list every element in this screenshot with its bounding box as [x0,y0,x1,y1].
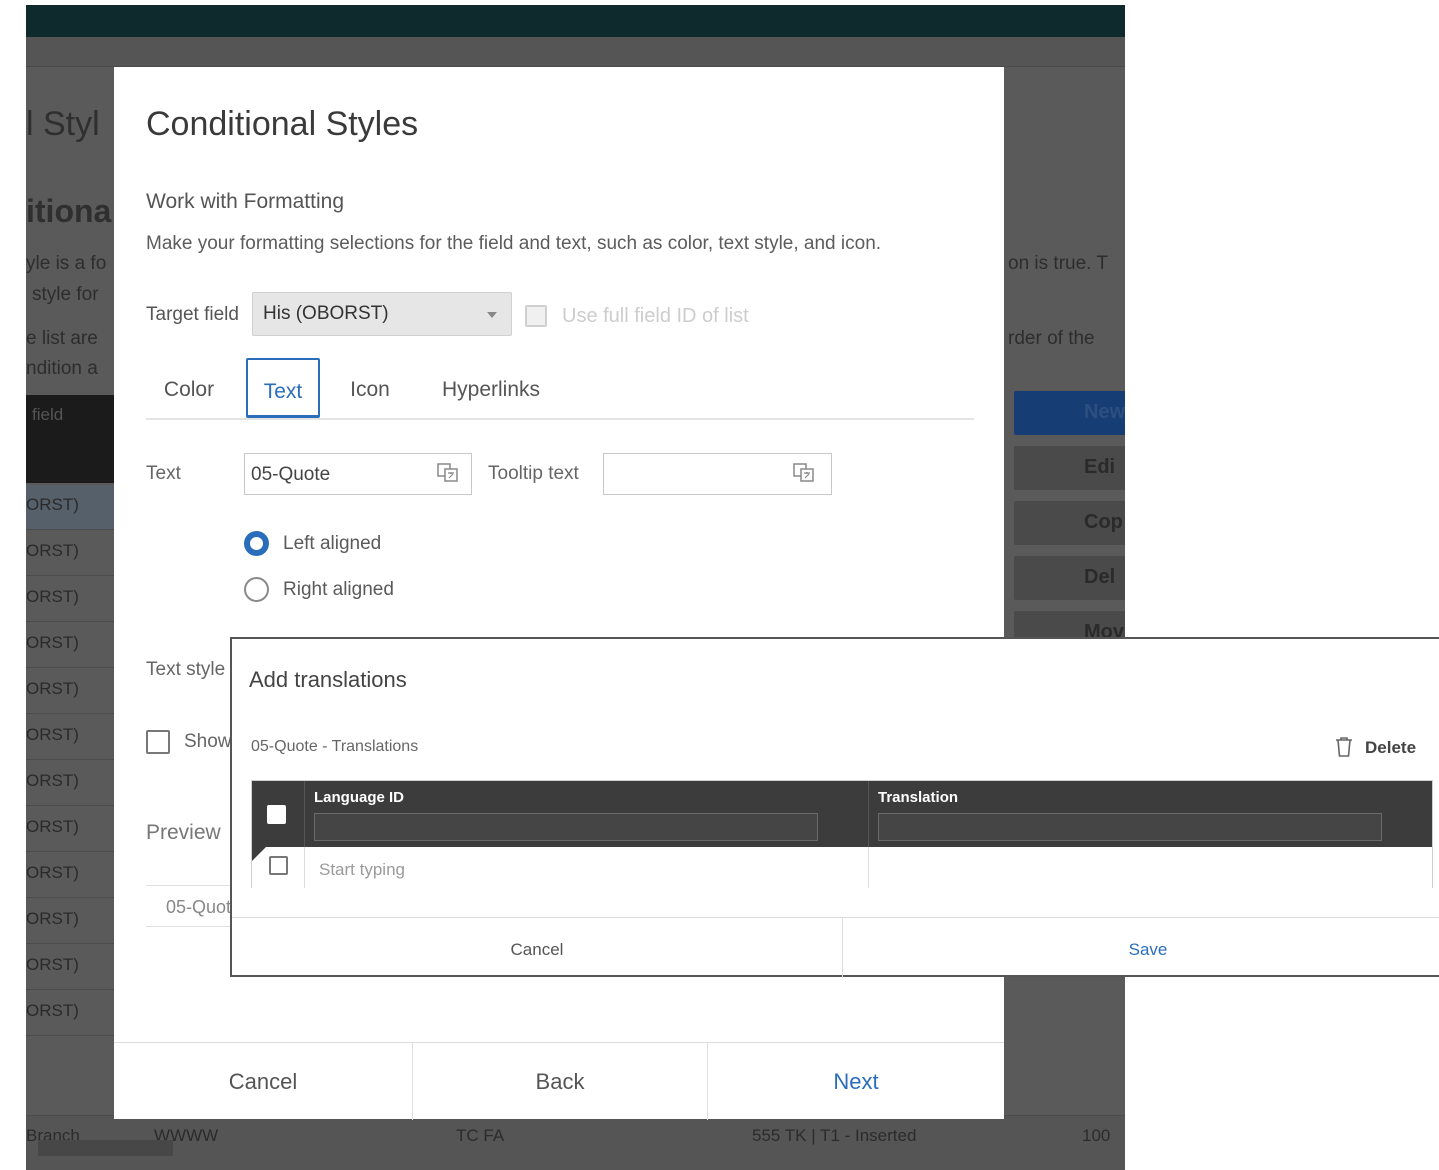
row-divider [304,847,305,888]
translations-save-button[interactable]: Save [843,918,1439,978]
table-row: Start typing [252,847,1432,888]
dialog-footer: Cancel Back Next [114,1042,1004,1120]
column-translation: Translation [868,781,1434,847]
bg-table-row: ORST) [26,991,116,1036]
left-aligned-label: Left aligned [283,533,382,554]
translate-icon[interactable] [437,463,459,483]
bg-page-subtitle: itiona [26,193,112,229]
translation-filter-input[interactable] [878,813,1382,841]
target-field-value: His (OBORST) [263,303,389,324]
bg-scrollbar [38,1140,173,1156]
row-divider [868,847,869,888]
dialog-title: Conditional Styles [146,105,419,143]
bg-table-row: ORST) [26,899,116,944]
bg-text-line: rder of the [1008,328,1095,349]
bg-table-header: field [26,395,116,483]
column-title: Translation [878,789,959,806]
bg-table-row: ORST) [26,807,116,852]
delete-label: Delete [1365,738,1417,757]
bg-footer-cell: 555 TK | T1 - Inserted [752,1126,917,1145]
right-aligned-radio[interactable] [244,577,269,602]
show-checkbox[interactable] [146,730,170,754]
bg-footer-cell: TC FA [456,1126,505,1145]
row-checkbox[interactable] [269,856,288,875]
bg-table-row: ORST) [26,669,116,714]
bg-copy-button: Cop [1014,501,1125,545]
tooltip-text-label: Tooltip text [488,463,579,484]
bg-footer-cell: 100 [1082,1126,1111,1145]
tab-icon[interactable]: Icon [332,358,408,418]
column-language-id: Language ID [304,781,868,847]
language-id-filter-input[interactable] [314,813,818,841]
bg-text-line: yle is a fo [26,253,107,274]
app-top-bar [26,5,1125,37]
new-row-marker [252,847,266,861]
bg-edit-button: Edi [1014,446,1125,490]
text-style-label: Text style [146,659,226,680]
bg-delete-button: Del [1014,556,1125,600]
translations-cancel-button[interactable]: Cancel [232,918,842,978]
section-title: Work with Formatting [146,190,344,213]
column-title: Language ID [314,789,405,806]
left-aligned-radio[interactable] [244,531,269,556]
translations-table: Language ID Translation Start typing [251,780,1433,888]
tab-hyperlinks[interactable]: Hyperlinks [424,358,558,418]
app-sub-bar [26,37,1125,67]
add-translations-dialog: Add translations 05-Quote - Translations… [230,637,1439,978]
select-all-checkbox[interactable] [267,805,286,824]
bg-footer-row: Branch WWWW TC FA 555 TK | T1 - Inserted… [26,1115,1125,1170]
bg-table-row: ORST) [26,577,116,622]
show-label: Show [184,731,232,752]
bg-text-line: style for [32,284,99,305]
translations-title: Add translations [249,667,407,692]
target-field-select[interactable]: His (OBORST) [252,292,512,336]
chevron-down-icon [487,312,497,318]
style-tabs: Color Text Icon Hyperlinks [146,357,974,420]
bg-text-line: e list are [26,328,98,349]
back-button[interactable]: Back [413,1043,707,1120]
bg-table-row: ORST) [26,485,116,530]
next-button[interactable]: Next [708,1043,1004,1120]
tab-text[interactable]: Text [246,358,320,418]
bg-column-header: field [32,405,64,424]
bg-table-row: ORST) [26,853,116,898]
bg-table-row: ORST) [26,715,116,760]
bg-text-line: ndition a [26,358,98,379]
trash-icon [1336,737,1352,757]
language-id-cell[interactable]: Start typing [319,860,405,880]
bg-table-row: ORST) [26,945,116,990]
bg-table-row: ORST) [26,623,116,668]
translations-footer: Cancel Save [232,917,1439,978]
text-input-value: 05-Quote [251,464,331,485]
cancel-button[interactable]: Cancel [114,1043,412,1120]
tab-color[interactable]: Color [146,358,232,418]
target-field-label: Target field [146,304,239,325]
translate-icon[interactable] [793,463,815,483]
text-input[interactable]: 05-Quote [244,453,472,495]
preview-label: Preview [146,821,221,844]
bg-text-line: on is true. T [1008,253,1108,274]
bg-new-button: New [1014,391,1125,435]
right-aligned-label: Right aligned [283,579,394,600]
bg-table-row: ORST) [26,531,116,576]
use-full-field-id-checkbox[interactable] [525,305,547,327]
translations-subtitle: 05-Quote - Translations [251,738,419,755]
bg-page-title: l Styl [26,105,100,143]
table-header: Language ID Translation [252,781,1432,847]
text-field-label: Text [146,463,181,484]
section-description: Make your formatting selections for the … [146,233,882,254]
bg-table-row: ORST) [26,761,116,806]
tooltip-text-input[interactable] [603,453,832,495]
use-full-field-id-label: Use full field ID of list [562,305,749,327]
